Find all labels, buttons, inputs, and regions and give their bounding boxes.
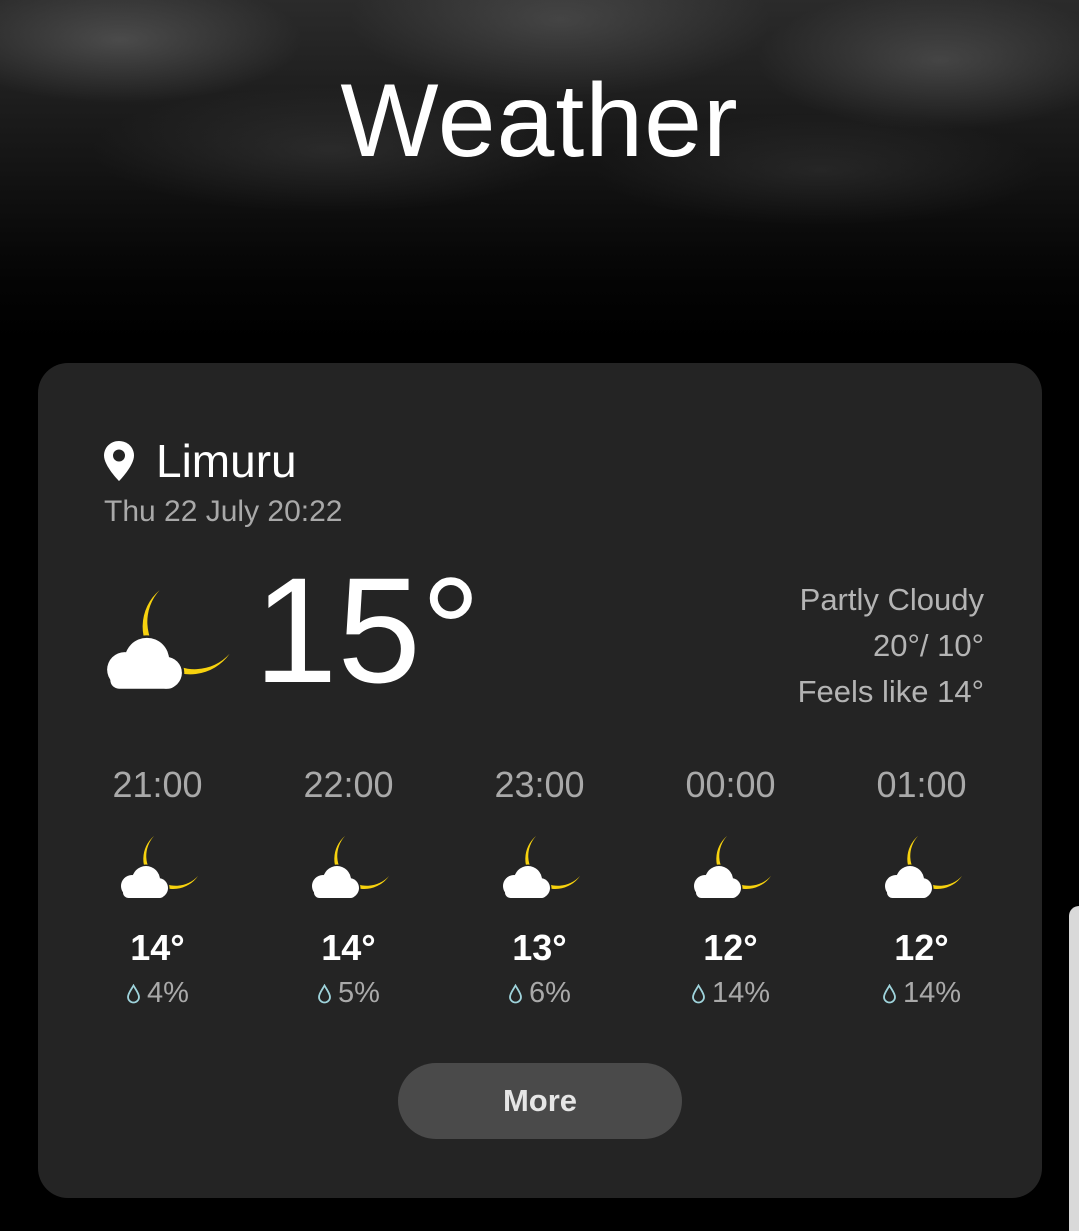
hourly-item: 22:00 14° 5% bbox=[253, 761, 444, 1010]
hour-precipitation: 6% bbox=[508, 977, 571, 1010]
partly-cloudy-night-icon bbox=[104, 590, 230, 692]
location-name: Limuru bbox=[156, 435, 297, 487]
precipitation-value: 5% bbox=[338, 977, 380, 1009]
partly-cloudy-night-icon bbox=[119, 836, 198, 900]
hour-temperature: 12° bbox=[703, 927, 758, 968]
raindrop-icon bbox=[883, 983, 896, 1003]
raindrop-icon bbox=[509, 983, 522, 1003]
raindrop-icon bbox=[692, 983, 705, 1003]
hour-temperature: 14° bbox=[321, 927, 376, 968]
hour-temperature: 14° bbox=[130, 927, 185, 968]
location-pin-icon bbox=[104, 441, 134, 481]
precipitation-value: 6% bbox=[529, 977, 571, 1009]
partly-cloudy-night-icon bbox=[501, 836, 580, 900]
partly-cloudy-night-icon bbox=[310, 836, 389, 900]
precipitation-value: 4% bbox=[147, 977, 189, 1009]
hour-temperature: 13° bbox=[512, 927, 567, 968]
location-row: Limuru bbox=[102, 433, 297, 489]
current-temperature: 15° bbox=[254, 546, 481, 714]
raindrop-icon bbox=[318, 983, 331, 1003]
hour-time: 01:00 bbox=[876, 764, 967, 805]
app-title: Weather bbox=[340, 63, 739, 179]
hour-time: 21:00 bbox=[112, 764, 203, 805]
hourly-item: 21:00 14° 4% bbox=[62, 761, 253, 1010]
current-datetime: Thu 22 July 20:22 bbox=[104, 495, 343, 528]
partly-cloudy-night-icon bbox=[692, 836, 771, 900]
hourly-forecast: 21:00 14° 4% 22:00 14° 5% 23:00 13° 6% 0… bbox=[62, 761, 1018, 1010]
condition-summary: Partly Cloudy 20°/ 10° Feels like 14° bbox=[798, 577, 984, 715]
hour-time: 00:00 bbox=[685, 764, 776, 805]
hourly-item: 23:00 13° 6% bbox=[444, 761, 635, 1010]
precipitation-value: 14% bbox=[711, 977, 771, 1009]
edge-panel-handle[interactable] bbox=[1069, 906, 1079, 1231]
partly-cloudy-night-icon bbox=[883, 836, 962, 900]
feels-like: Feels like 14° bbox=[797, 674, 984, 709]
raindrop-icon bbox=[127, 983, 140, 1003]
hour-precipitation: 5% bbox=[317, 977, 380, 1010]
weather-card[interactable]: Limuru Thu 22 July 20:22 15° Partly Clou… bbox=[38, 363, 1042, 1198]
hour-temperature: 12° bbox=[894, 927, 949, 968]
precipitation-value: 14% bbox=[902, 977, 962, 1009]
high-low-temperature: 20°/ 10° bbox=[873, 628, 984, 663]
hourly-item: 00:00 12° 14% bbox=[635, 761, 826, 1010]
hour-precipitation: 4% bbox=[126, 977, 189, 1010]
hour-time: 23:00 bbox=[494, 764, 585, 805]
hour-precipitation: 14% bbox=[691, 977, 770, 1010]
hour-time: 22:00 bbox=[303, 764, 394, 805]
condition-text: Partly Cloudy bbox=[799, 582, 984, 617]
hour-precipitation: 14% bbox=[882, 977, 961, 1010]
more-button[interactable]: More bbox=[398, 1063, 682, 1139]
hourly-item: 01:00 12° 14% bbox=[826, 761, 1017, 1010]
